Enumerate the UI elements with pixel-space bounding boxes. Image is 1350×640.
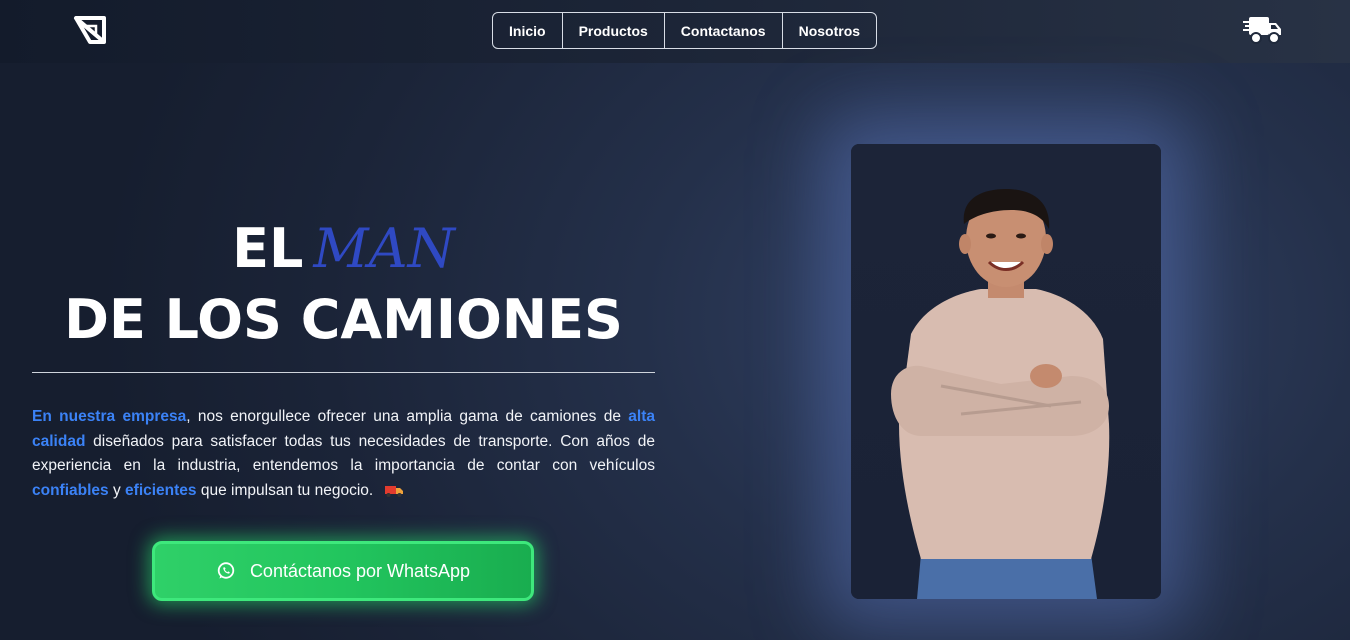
desc-text-4: que impulsan tu negocio. xyxy=(196,481,374,499)
highlight-en-nuestra-empresa: En nuestra empresa xyxy=(32,408,187,425)
hero-divider xyxy=(32,372,655,373)
profile-photo xyxy=(851,144,1161,599)
whatsapp-button-label: Contáctanos por WhatsApp xyxy=(249,560,471,581)
title-el: EL xyxy=(232,217,304,280)
whatsapp-contact-button[interactable]: Contáctanos por WhatsApp xyxy=(152,541,534,601)
nav-contactanos[interactable]: Contactanos xyxy=(665,13,783,48)
title-line2: DE LOS CAMIONES xyxy=(64,288,623,351)
desc-text-1: , nos enorgullece ofrecer una amplia gam… xyxy=(186,408,629,425)
desc-text-3: y xyxy=(108,481,126,499)
next-section-hint xyxy=(925,628,1095,640)
nav-nosotros[interactable]: Nosotros xyxy=(783,13,876,48)
nav-inicio[interactable]: Inicio xyxy=(493,13,563,48)
triangle-logo-icon[interactable] xyxy=(70,12,110,50)
nav-productos[interactable]: Productos xyxy=(563,13,665,48)
top-navbar: Inicio Productos Contactanos Nosotros xyxy=(0,0,1350,63)
whatsapp-icon xyxy=(217,562,235,579)
desc-text-2: diseñados para satisfacer todas tus nece… xyxy=(32,432,655,475)
main-nav: Inicio Productos Contactanos Nosotros xyxy=(492,12,878,49)
delivery-truck-icon[interactable] xyxy=(1243,14,1283,46)
title-man: MAN xyxy=(313,217,455,280)
truck-emoji-icon xyxy=(385,485,404,497)
highlight-eficientes: eficientes xyxy=(125,481,197,499)
highlight-confiables: confiables xyxy=(32,481,109,499)
hero-title: EL MAN DE LOS CAMIONES xyxy=(32,215,655,357)
hero-description: En nuestra empresa, nos enorgullece ofre… xyxy=(32,405,655,503)
